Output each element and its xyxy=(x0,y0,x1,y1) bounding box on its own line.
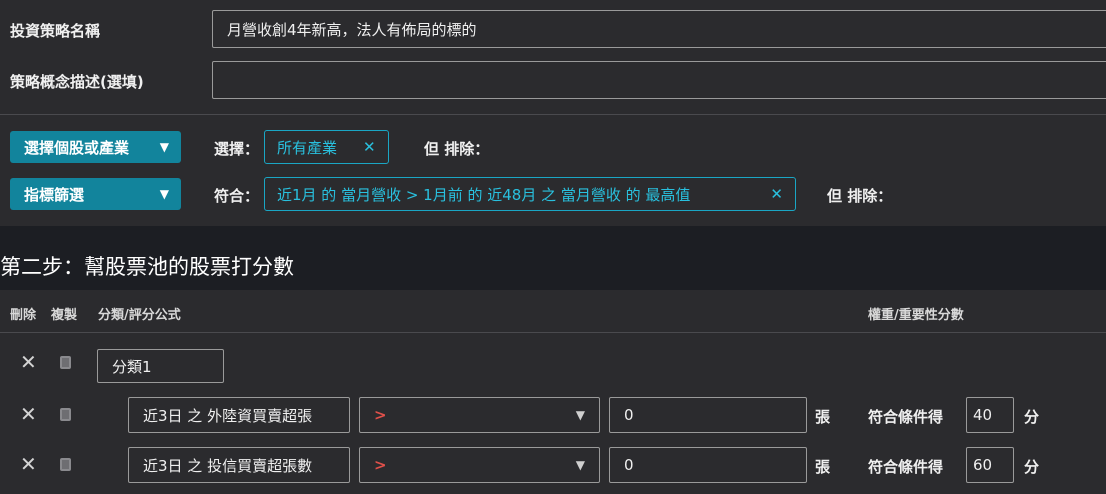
copy-icon[interactable] xyxy=(60,458,71,471)
strategy-name-label: 投資策略名稱 xyxy=(10,22,101,40)
indicator-filter-label: 指標篩選 xyxy=(24,185,85,204)
operator-value: > xyxy=(374,456,387,474)
step2-title: 第二步：幫股票池的股票打分數 xyxy=(0,255,294,279)
close-icon[interactable]: ✕ xyxy=(770,185,783,203)
divider xyxy=(0,114,1106,115)
copy-icon[interactable] xyxy=(60,356,71,369)
column-header-weight: 權重/重要性分數 xyxy=(868,308,964,323)
column-header-copy: 複製 xyxy=(51,308,78,323)
indicator-filter-button[interactable]: 指標篩選 ▼ xyxy=(10,178,181,210)
condition-tag-label: 近1月 的 當月營收 > 1月前 的 近48月 之 當月營收 的 最高值 xyxy=(277,185,691,204)
close-icon[interactable]: ✕ xyxy=(20,352,37,372)
match-label: 符合： xyxy=(214,187,260,205)
operator-select[interactable]: > ▼ xyxy=(359,447,600,483)
match-exclude-label: 但 排除： xyxy=(827,187,893,205)
copy-icon[interactable] xyxy=(60,408,71,421)
indicator-name-field[interactable]: 近3日 之 外陸資買賣超張 xyxy=(128,397,350,433)
unit-label: 張 xyxy=(815,458,831,476)
select-stock-or-industry-button[interactable]: 選擇個股或產業 ▼ xyxy=(10,131,181,163)
industry-tag[interactable]: 所有產業 ✕ xyxy=(264,130,389,164)
score-input[interactable]: 40 xyxy=(966,397,1014,433)
close-icon[interactable]: ✕ xyxy=(363,138,376,156)
column-header-formula: 分類/評分公式 xyxy=(98,308,181,323)
score-label: 符合條件得 xyxy=(868,408,944,426)
select-stock-button-label: 選擇個股或產業 xyxy=(24,138,130,157)
chevron-down-icon: ▼ xyxy=(575,408,585,422)
threshold-input[interactable]: 0 xyxy=(609,397,807,433)
chevron-down-icon: ▼ xyxy=(159,187,169,201)
threshold-input[interactable]: 0 xyxy=(609,447,807,483)
close-icon[interactable]: ✕ xyxy=(20,454,37,474)
operator-select[interactable]: > ▼ xyxy=(359,397,600,433)
unit-label: 張 xyxy=(815,408,831,426)
operator-value: > xyxy=(374,406,387,424)
chevron-down-icon: ▼ xyxy=(159,140,169,154)
score-unit-label: 分 xyxy=(1024,408,1040,426)
strategy-name-input[interactable]: 月營收創4年新高，法人有佈局的標的 xyxy=(212,10,1106,48)
score-input[interactable]: 60 xyxy=(966,447,1014,483)
score-unit-label: 分 xyxy=(1024,458,1040,476)
industry-tag-label: 所有產業 xyxy=(277,138,338,157)
indicator-name-field[interactable]: 近3日 之 投信買賣超張數 xyxy=(128,447,350,483)
condition-tag[interactable]: 近1月 的 當月營收 > 1月前 的 近48月 之 當月營收 的 最高值 ✕ xyxy=(264,177,796,211)
close-icon[interactable]: ✕ xyxy=(20,404,37,424)
chevron-down-icon: ▼ xyxy=(575,458,585,472)
strategy-desc-label: 策略概念描述(選填) xyxy=(10,73,144,91)
step2-section-header: 第二步：幫股票池的股票打分數 xyxy=(0,226,1106,290)
exclude-label: 但 排除： xyxy=(424,140,490,158)
score-label: 符合條件得 xyxy=(868,458,944,476)
column-header-delete: 刪除 xyxy=(10,308,37,323)
category-name-input[interactable]: 分類1 xyxy=(97,349,224,383)
divider xyxy=(0,332,1106,333)
strategy-desc-input[interactable] xyxy=(212,61,1106,99)
select-label: 選擇： xyxy=(214,140,260,158)
